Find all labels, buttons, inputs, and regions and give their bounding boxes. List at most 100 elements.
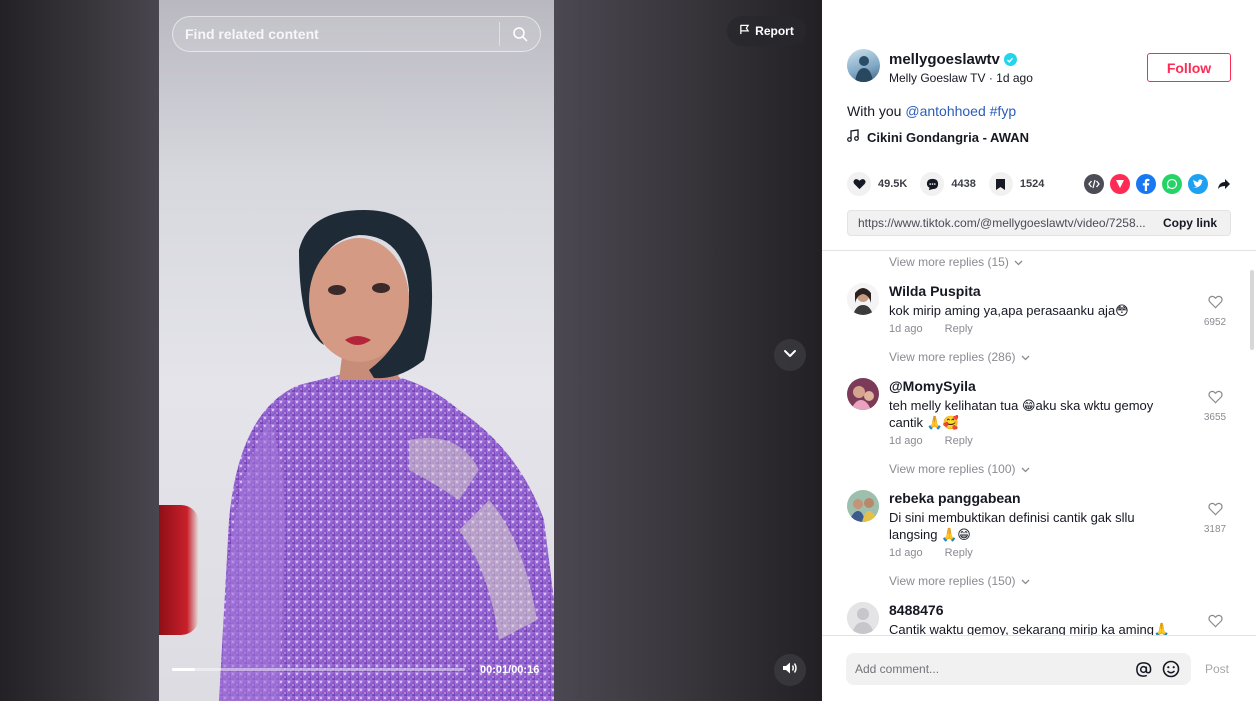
comment-like-button[interactable] xyxy=(1197,614,1233,633)
author-subline: Melly Goeslaw TV · 1d ago xyxy=(889,71,1033,85)
twitter-icon[interactable] xyxy=(1188,174,1208,194)
commenter-name[interactable]: 8488476 xyxy=(889,602,944,618)
share-buttons xyxy=(1084,174,1234,194)
post-age: 1d ago xyxy=(996,71,1033,85)
view-more-replies-label: View more replies (150) xyxy=(889,574,1016,588)
reply-button[interactable]: Reply xyxy=(945,547,973,559)
view-more-replies-label: View more replies (100) xyxy=(889,462,1016,476)
chevron-down-icon xyxy=(782,345,798,366)
comment-text: teh melly kelihatan tua 😁aku ska wktu ge… xyxy=(889,398,1154,430)
comment-composer[interactable]: Add comment... xyxy=(846,653,1191,685)
heart-outline-icon xyxy=(1207,390,1223,408)
report-label: Report xyxy=(755,24,794,38)
like-stat[interactable]: 49.5K xyxy=(847,172,907,196)
comment-item: Wilda Puspita kok mirip aming ya,apa per… xyxy=(847,283,1231,343)
view-more-replies[interactable]: View more replies (286) xyxy=(889,350,1030,364)
chevron-down-icon xyxy=(1021,462,1030,476)
video-url[interactable]: https://www.tiktok.com/@mellygoeslawtv/v… xyxy=(848,216,1150,230)
view-more-replies[interactable]: View more replies (15) xyxy=(889,255,1023,269)
embed-icon[interactable] xyxy=(1084,174,1104,194)
comment-bubble-icon xyxy=(920,172,945,196)
video-progress-bar[interactable] xyxy=(172,668,465,671)
comment-meta: 1d ago Reply xyxy=(889,435,973,447)
search-input[interactable]: Find related content xyxy=(173,26,499,42)
copy-link-button[interactable]: Copy link xyxy=(1150,216,1230,230)
heart-outline-icon xyxy=(1207,614,1223,632)
view-more-replies[interactable]: View more replies (100) xyxy=(889,462,1030,476)
commenter-avatar[interactable] xyxy=(847,378,879,410)
comment-count: 4438 xyxy=(951,178,976,190)
comment-like-button[interactable]: 3655 xyxy=(1197,390,1233,423)
comment-like-count: 6952 xyxy=(1203,317,1227,328)
heart-outline-icon xyxy=(1207,295,1223,313)
comment-stat[interactable]: 4438 xyxy=(920,172,976,196)
commenter-name[interactable]: Wilda Puspita xyxy=(889,283,981,299)
heart-icon xyxy=(847,172,871,196)
whatsapp-icon[interactable] xyxy=(1162,174,1182,194)
find-related-content-search[interactable]: Find related content xyxy=(172,16,541,52)
hashtag-link[interactable]: #fyp xyxy=(990,103,1016,119)
music-link[interactable]: Cikini Gondangria - AWAN xyxy=(847,129,1029,145)
person-in-purple-dress-image xyxy=(219,210,554,701)
divider xyxy=(822,635,1256,636)
comment-scrollbar[interactable] xyxy=(1250,270,1254,350)
volume-button[interactable] xyxy=(774,654,806,686)
chevron-down-icon xyxy=(1021,574,1030,588)
view-more-replies[interactable]: View more replies (150) xyxy=(889,574,1030,588)
blurred-backdrop-left xyxy=(0,0,160,701)
emoji-icon[interactable] xyxy=(1157,655,1185,683)
comment-age: 1d ago xyxy=(889,323,923,335)
video-frame[interactable] xyxy=(159,0,554,701)
video-player[interactable]: Find related content Report 00:01/00:16 xyxy=(0,0,822,701)
comment-like-button[interactable]: 3187 xyxy=(1197,502,1233,535)
view-more-replies-label: View more replies (15) xyxy=(889,255,1009,269)
comment-meta: 1d ago Reply xyxy=(889,547,973,559)
comment-like-button[interactable]: 6952 xyxy=(1197,295,1233,328)
commenter-name[interactable]: rebeka panggabean xyxy=(889,490,1021,506)
next-video-button[interactable] xyxy=(774,339,806,371)
like-count: 49.5K xyxy=(878,178,908,190)
video-time: 00:01/00:16 xyxy=(480,664,540,676)
mention-link[interactable]: @antohhoed xyxy=(905,103,985,119)
author-username[interactable]: mellygoeslawtv xyxy=(889,51,1017,68)
author-display-name: Melly Goeslaw TV xyxy=(889,71,986,85)
heart-outline-icon xyxy=(1207,502,1223,520)
details-panel: mellygoeslawtv Melly Goeslaw TV · 1d ago… xyxy=(822,0,1256,701)
tiktok-send-icon[interactable] xyxy=(1110,174,1130,194)
follow-button[interactable]: Follow xyxy=(1147,53,1231,82)
comment-text: Cantik waktu gemoy, sekarang mirip ka am… xyxy=(889,622,1171,635)
author-avatar[interactable] xyxy=(847,49,880,82)
video-progress-fill xyxy=(172,668,196,671)
commenter-avatar[interactable] xyxy=(847,490,879,522)
comment-age: 1d ago xyxy=(889,547,923,559)
tiktok-video-page: Find related content Report 00:01/00:16 xyxy=(0,0,1256,701)
save-stat[interactable]: 1524 xyxy=(988,172,1045,196)
comment-input[interactable]: Add comment... xyxy=(846,662,1129,676)
engagement-stats: 49.5K 4438 1524 xyxy=(847,171,1057,197)
facebook-icon[interactable] xyxy=(1136,174,1156,194)
speaker-icon xyxy=(781,659,799,682)
verified-badge-icon xyxy=(1003,53,1017,66)
commenter-avatar[interactable] xyxy=(847,602,879,634)
music-title: Cikini Gondangria - AWAN xyxy=(867,129,1030,145)
search-icon[interactable] xyxy=(500,17,540,51)
comment-like-count: 3187 xyxy=(1203,524,1227,535)
view-more-replies-label: View more replies (286) xyxy=(889,350,1016,364)
comment-list[interactable]: View more replies (15) Wilda Puspita kok… xyxy=(822,251,1256,635)
forward-share-icon[interactable] xyxy=(1214,174,1234,194)
commenter-name[interactable]: @MomySyila xyxy=(889,378,976,394)
commenter-avatar[interactable] xyxy=(847,283,879,315)
mention-at-icon[interactable] xyxy=(1129,655,1157,683)
chevron-down-icon xyxy=(1021,350,1030,364)
reply-button[interactable]: Reply xyxy=(945,323,973,335)
comment-age: 1d ago xyxy=(889,435,923,447)
save-count: 1524 xyxy=(1019,178,1045,190)
reply-button[interactable]: Reply xyxy=(945,435,973,447)
report-button[interactable]: Report xyxy=(727,16,806,46)
comment-text: kok mirip aming ya,apa perasaanku aja😳 xyxy=(889,303,1129,318)
comment-text: Di sini membuktikan definisi cantik gak … xyxy=(889,510,1135,542)
post-comment-button[interactable]: Post xyxy=(1205,662,1229,676)
chevron-down-icon xyxy=(1014,255,1023,269)
comment-item: @MomySyila teh melly kelihatan tua 😁aku … xyxy=(847,378,1231,448)
comment-item: 8488476 Cantik waktu gemoy, sekarang mir… xyxy=(847,602,1231,635)
